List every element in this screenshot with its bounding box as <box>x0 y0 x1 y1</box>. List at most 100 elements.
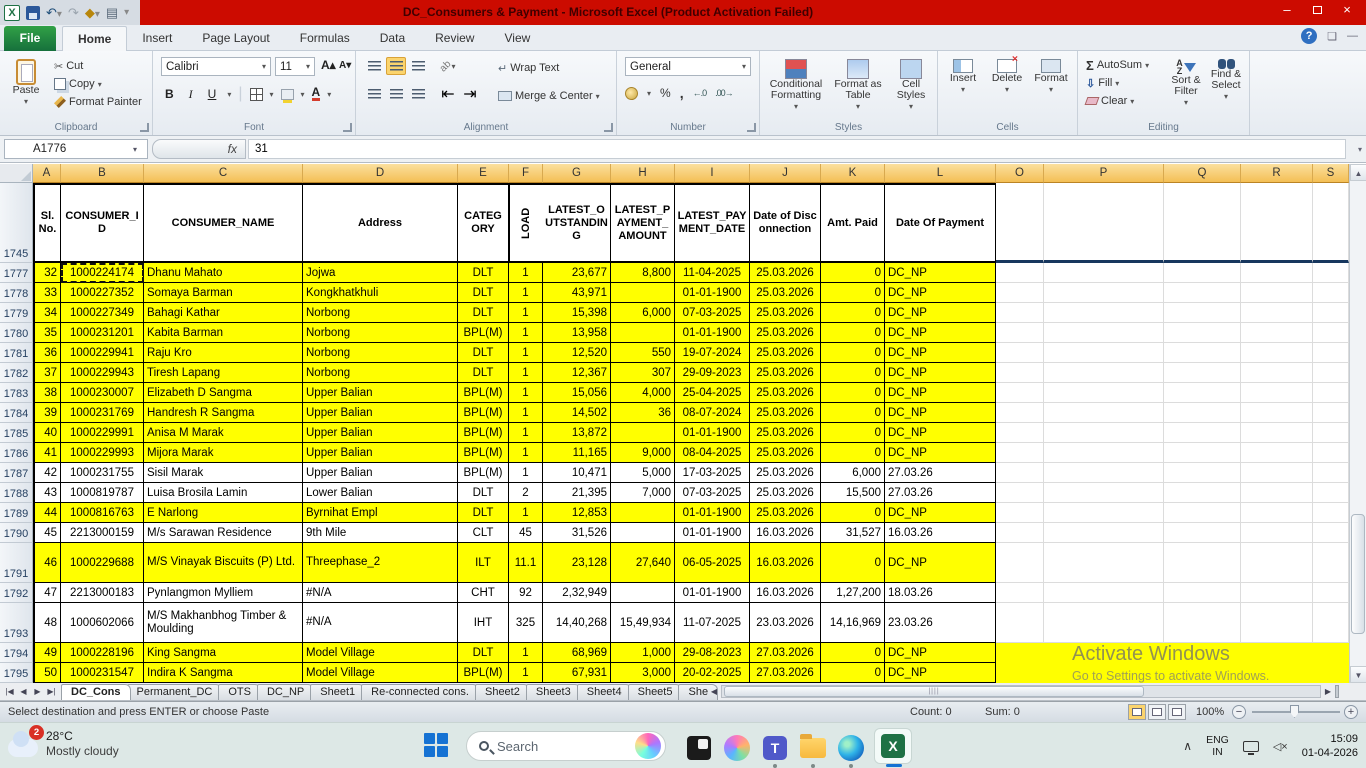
grid-cell[interactable]: CHT <box>458 583 509 603</box>
minimize-button[interactable]: – <box>1272 0 1302 22</box>
align-left-button[interactable] <box>364 85 384 103</box>
sheet-tab-ots[interactable]: OTS <box>218 684 261 700</box>
grid-cell[interactable]: DC_NP <box>885 503 996 523</box>
grid-cell[interactable]: #N/A <box>303 583 458 603</box>
grid-cell[interactable]: BPL(M) <box>458 323 509 343</box>
grid-cell[interactable]: DC_NP <box>885 323 996 343</box>
vertical-scrollbar[interactable]: ▲ ▼ <box>1349 164 1366 683</box>
grid-cell[interactable]: 9,000 <box>611 443 675 463</box>
grid-cell[interactable]: 25.03.2026 <box>750 503 821 523</box>
table-header-cell[interactable]: LOAD <box>509 183 543 263</box>
grid-cell[interactable] <box>611 323 675 343</box>
table-header-cell[interactable]: LATEST_OUTSTANDING <box>543 183 611 263</box>
grid-cell[interactable]: 25.03.2026 <box>750 343 821 363</box>
grid-cell[interactable]: 0 <box>821 643 885 663</box>
zoom-in-button[interactable]: + <box>1344 705 1358 719</box>
excel-app-icon[interactable]: X <box>4 5 20 21</box>
number-format-select[interactable]: General▾ <box>625 57 751 76</box>
spill-cell[interactable] <box>1044 343 1164 363</box>
page-layout-view-button[interactable] <box>1148 704 1166 720</box>
spill-cell[interactable] <box>1044 523 1164 543</box>
grid-cell[interactable]: 1000227352 <box>61 283 144 303</box>
spill-cell[interactable] <box>1164 363 1241 383</box>
clock[interactable]: 15:09 01-04-2026 <box>1302 732 1358 760</box>
grid-cell[interactable]: 1 <box>509 323 543 343</box>
grid-cell[interactable]: 15,500 <box>821 483 885 503</box>
next-sheet-icon[interactable]: ▶ <box>31 687 44 696</box>
grid-cell[interactable]: 1 <box>509 663 543 683</box>
grid-cell[interactable]: 42 <box>33 463 61 483</box>
grid-cell[interactable]: Upper Balian <box>303 423 458 443</box>
spill-cell[interactable] <box>996 603 1044 643</box>
grid-cell[interactable]: Sisil Marak <box>144 463 303 483</box>
tab-view[interactable]: View <box>489 26 545 51</box>
borders-icon[interactable] <box>250 88 263 101</box>
spill-cell[interactable] <box>1313 483 1349 503</box>
spill-cell[interactable] <box>996 423 1044 443</box>
grid-cell[interactable]: 15,056 <box>543 383 611 403</box>
page-break-view-button[interactable] <box>1168 704 1186 720</box>
spill-cell[interactable] <box>1164 383 1241 403</box>
spill-cell[interactable] <box>1241 643 1313 663</box>
grid-cell[interactable]: Norbong <box>303 303 458 323</box>
spill-cell[interactable] <box>1044 303 1164 323</box>
grid-cell[interactable]: 49 <box>33 643 61 663</box>
grid-cell[interactable]: 07-03-2025 <box>675 483 750 503</box>
grid-cell[interactable]: DC_NP <box>885 343 996 363</box>
spill-cell[interactable] <box>1164 543 1241 583</box>
spill-cell[interactable] <box>1313 583 1349 603</box>
grid-cell[interactable]: Norbong <box>303 363 458 383</box>
spill-cell[interactable] <box>1313 503 1349 523</box>
format-cells-button[interactable]: Format▾ <box>1030 55 1072 95</box>
format-as-table-button[interactable]: Format as Table▾ <box>830 55 886 112</box>
grid-cell[interactable]: M/s Sarawan Residence <box>144 523 303 543</box>
wrap-text-button[interactable]: ↵Wrap Text <box>496 59 561 77</box>
format-painter-button[interactable]: Format Painter <box>52 93 144 111</box>
spill-cell[interactable] <box>1313 323 1349 343</box>
grid-cell[interactable]: Handresh R Sangma <box>144 403 303 423</box>
number-dialog-launcher[interactable] <box>747 123 756 132</box>
grid-cell[interactable]: BPL(M) <box>458 443 509 463</box>
grid-cell[interactable]: 6,000 <box>821 463 885 483</box>
grid-cell[interactable]: 16.03.2026 <box>750 523 821 543</box>
grid-cell[interactable]: 25.03.2026 <box>750 263 821 283</box>
row-header-1787[interactable]: 1787 <box>0 463 33 483</box>
grid-cell[interactable]: Upper Balian <box>303 403 458 423</box>
spill-cell[interactable] <box>1313 263 1349 283</box>
spill-cell[interactable] <box>1241 503 1313 523</box>
scroll-up-icon[interactable]: ▲ <box>1350 164 1366 181</box>
grid-cell[interactable]: 23.03.2026 <box>750 603 821 643</box>
table-header-cell[interactable]: CATEGORY <box>458 183 509 263</box>
grid-cell[interactable]: Model Village <box>303 643 458 663</box>
grid-cell[interactable]: 18.03.26 <box>885 583 996 603</box>
close-button[interactable]: × <box>1332 0 1362 22</box>
column-header-E[interactable]: E <box>458 164 509 183</box>
spill-cell[interactable] <box>1164 643 1241 663</box>
spill-cell[interactable] <box>996 583 1044 603</box>
help-icon[interactable]: ? <box>1301 28 1317 44</box>
normal-view-button[interactable] <box>1128 704 1146 720</box>
spill-cell[interactable] <box>1164 583 1241 603</box>
spill-cell[interactable] <box>1164 323 1241 343</box>
grid-cell[interactable]: DLT <box>458 283 509 303</box>
grid-cell[interactable]: 0 <box>821 263 885 283</box>
zoom-slider-thumb[interactable] <box>1290 705 1299 718</box>
spill-cell[interactable] <box>1164 463 1241 483</box>
grid-cell[interactable]: 06-05-2025 <box>675 543 750 583</box>
grid-cell[interactable]: DLT <box>458 643 509 663</box>
grid-cell[interactable]: 68,969 <box>543 643 611 663</box>
percent-style-button[interactable]: % <box>660 86 671 100</box>
grid-cell[interactable]: Elizabeth D Sangma <box>144 383 303 403</box>
grid-cell[interactable]: BPL(M) <box>458 403 509 423</box>
grid-cell[interactable]: 23,128 <box>543 543 611 583</box>
align-center-button[interactable] <box>386 85 406 103</box>
spill-cell[interactable] <box>1044 283 1164 303</box>
grid-cell[interactable]: M/S Vinayak Biscuits (P) Ltd. <box>144 543 303 583</box>
grid-cell[interactable]: 0 <box>821 663 885 683</box>
grid-cell[interactable]: DLT <box>458 503 509 523</box>
volume-muted-icon[interactable]: ◁× <box>1273 740 1288 753</box>
grid-cell[interactable]: 325 <box>509 603 543 643</box>
minimize-ribbon-icon[interactable]: — <box>1347 30 1358 42</box>
column-header-J[interactable]: J <box>750 164 821 183</box>
grid-cell[interactable]: 6,000 <box>611 303 675 323</box>
